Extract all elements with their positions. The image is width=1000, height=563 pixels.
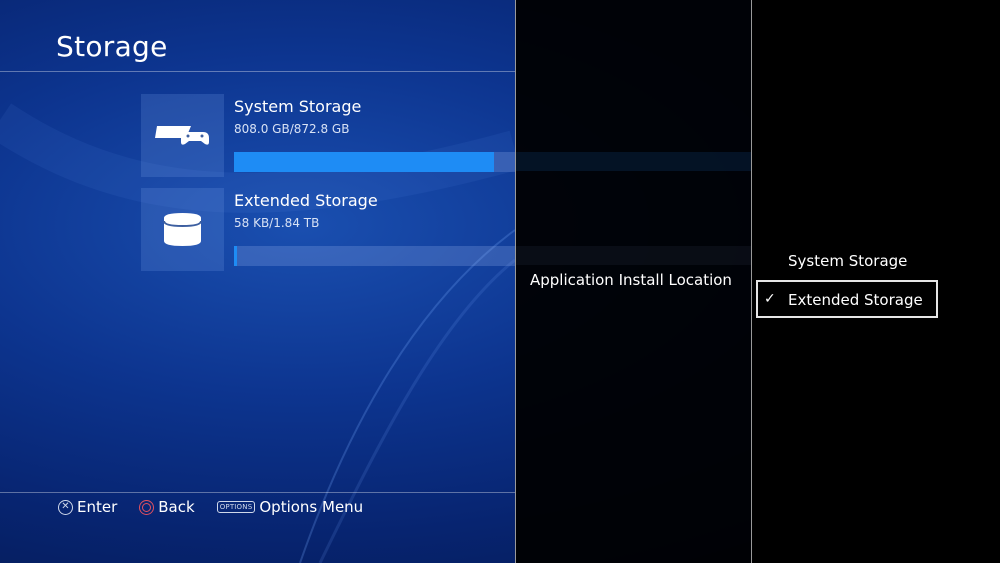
options-label: Options Menu: [259, 498, 364, 516]
system-storage-tile: [141, 94, 224, 177]
extended-storage-bar-fill: [234, 246, 237, 266]
options-menu-panel: Application Install Location: [515, 0, 752, 563]
page-title: Storage: [56, 30, 168, 63]
system-storage-bar: [234, 152, 515, 172]
system-storage-bar-fill: [234, 152, 495, 172]
background-bleed: [516, 152, 752, 171]
system-storage-size: 808.0 GB/872.8 GB: [234, 122, 350, 136]
back-label: Back: [158, 498, 195, 516]
options-hint[interactable]: OPTIONS Options Menu: [216, 498, 364, 516]
back-hint[interactable]: Back: [139, 498, 195, 516]
footer-hints: ✕ Enter Back OPTIONS Options Menu: [58, 498, 385, 516]
background-bleed-2: [516, 246, 752, 265]
option-extended-storage[interactable]: Extended Storage: [788, 291, 923, 309]
footer-divider: [0, 492, 515, 493]
header-divider: [0, 71, 515, 72]
cross-button-icon: ✕: [58, 499, 73, 515]
option-system-storage[interactable]: System Storage: [788, 252, 907, 270]
enter-label: Enter: [77, 498, 118, 516]
system-storage-name: System Storage: [234, 97, 362, 116]
circle-button-icon: [139, 499, 155, 515]
menu-item-application-install-location[interactable]: Application Install Location: [530, 271, 732, 289]
extended-storage-size: 58 KB/1.84 TB: [234, 216, 320, 230]
options-button-icon: OPTIONS: [216, 501, 256, 513]
extended-storage-item[interactable]: Extended Storage 58 KB/1.84 TB: [141, 188, 515, 272]
install-location-submenu: ✓ System Storage Extended Storage: [751, 0, 1000, 563]
check-icon: ✓: [764, 291, 776, 307]
enter-hint[interactable]: ✕ Enter: [58, 498, 117, 516]
console-icon: [155, 126, 209, 145]
extended-storage-name: Extended Storage: [234, 191, 378, 210]
system-storage-item[interactable]: System Storage 808.0 GB/872.8 GB: [141, 94, 515, 178]
drive-icon: [163, 213, 202, 246]
extended-storage-bar: [234, 246, 515, 266]
extended-storage-tile: [141, 188, 224, 271]
